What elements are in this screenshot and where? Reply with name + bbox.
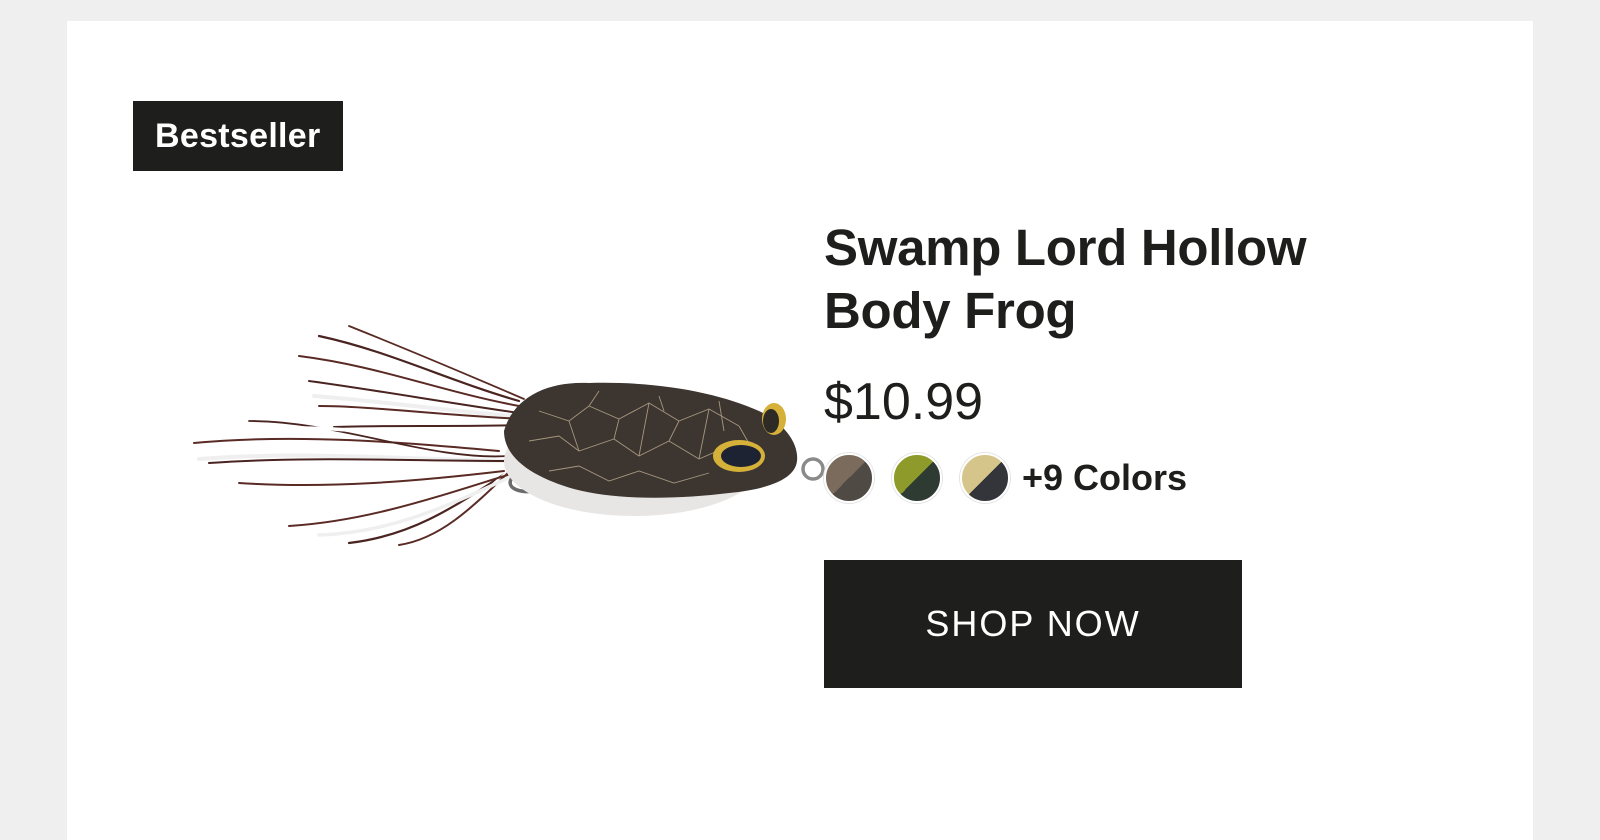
- skirt-lower: [187, 420, 516, 549]
- product-title[interactable]: Swamp Lord Hollow Body Frog: [824, 216, 1464, 342]
- product-title-line-2[interactable]: Body Frog: [824, 282, 1077, 339]
- frog-eye: [721, 445, 761, 467]
- frog-lure-image[interactable]: [119, 311, 839, 571]
- color-swatches: +9 Colors: [824, 452, 1464, 504]
- more-colors-link[interactable]: +9 Colors: [1022, 457, 1187, 499]
- product-title-line-1[interactable]: Swamp Lord Hollow: [824, 219, 1307, 276]
- product-info: Swamp Lord Hollow Body Frog $10.99 +9 Co…: [824, 216, 1464, 688]
- product-price: $10.99: [824, 373, 984, 431]
- color-swatch-2[interactable]: [892, 453, 942, 503]
- color-swatch-3[interactable]: [960, 453, 1010, 503]
- bestseller-badge: Bestseller: [133, 101, 343, 171]
- badge-label: Bestseller: [155, 117, 321, 155]
- color-swatch-1[interactable]: [824, 453, 874, 503]
- shop-now-button[interactable]: SHOP NOW: [824, 560, 1242, 688]
- skirt-upper: [292, 325, 531, 428]
- product-card: Bestseller Swamp Lord Hollow Body Frog $…: [67, 21, 1533, 840]
- line-tie: [801, 457, 825, 481]
